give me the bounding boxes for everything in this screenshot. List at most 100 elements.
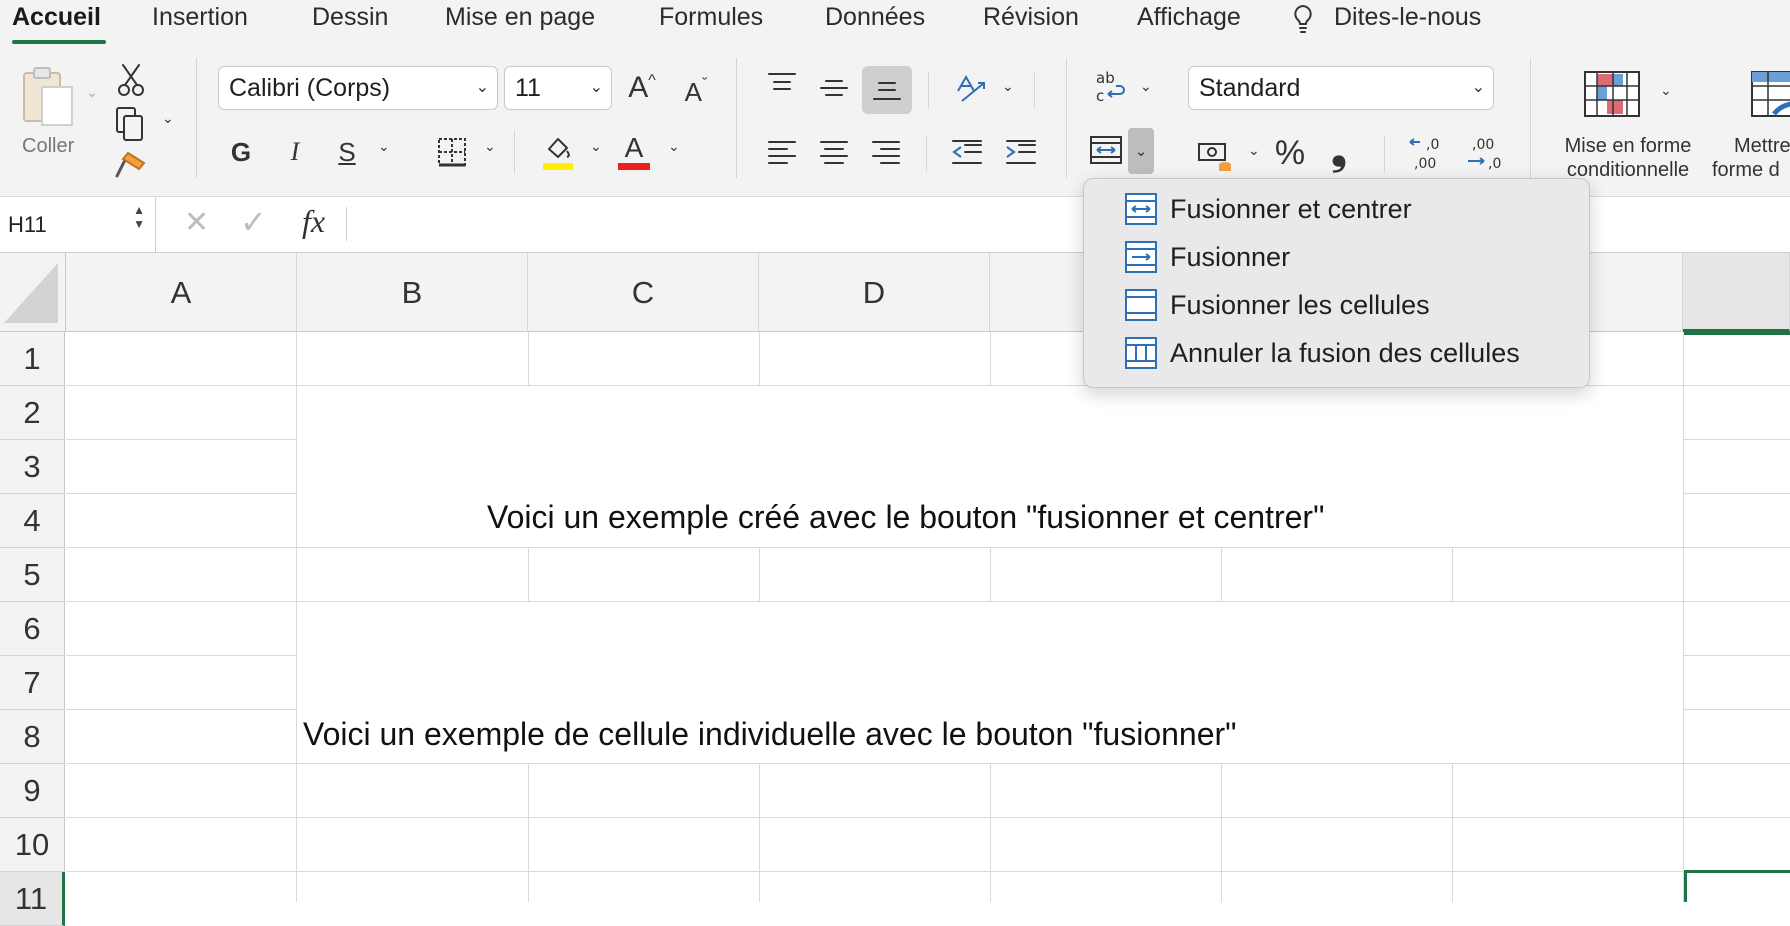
row-header-6[interactable]: 6 [0,602,65,656]
tab-donnees[interactable]: Données [825,2,925,32]
row-header-3[interactable]: 3 [0,440,65,494]
tab-mise-en-page[interactable]: Mise en page [445,2,595,32]
font-name-value: Calibri (Corps) [229,74,391,102]
font-color-swatch [618,162,650,170]
format-as-table-label-2[interactable]: forme d [1712,158,1780,182]
orientation-dropdown-icon[interactable]: ⌄ [1002,78,1014,95]
merge-center-button-icon[interactable] [1086,130,1126,170]
column-header-d[interactable]: D [759,253,990,332]
lightbulb-icon [1288,2,1318,36]
select-all-corner[interactable] [0,253,66,332]
tell-me-search[interactable]: Dites-le-nous [1334,2,1481,32]
italic-button[interactable]: I [280,132,310,172]
font-name-combo[interactable]: Calibri (Corps) ⌄ [218,66,498,110]
row-header-9[interactable]: 9 [0,764,65,818]
font-color-dropdown-icon[interactable]: ⌄ [668,138,680,155]
selected-cell-h11[interactable] [1684,870,1790,902]
tab-affichage[interactable]: Affichage [1137,2,1241,32]
merge-center-icon [1125,193,1157,225]
merged-cell-b2-g4-text: Voici un exemple créé avec le bouton "fu… [487,499,1325,535]
merge-dropdown-menu: Fusionner et centrer Fusionner Fusionner… [1083,178,1590,388]
align-right-icon[interactable] [868,134,904,170]
decrease-indent-icon[interactable] [946,134,986,170]
comma-style-button[interactable]: ❟ [1324,129,1354,173]
row-header-11[interactable]: 11 [0,872,65,926]
tab-accueil[interactable]: Accueil [12,2,101,32]
row-header-7[interactable]: 7 [0,656,65,710]
copy-icon[interactable] [110,104,150,144]
merged-cell-b2-g4[interactable]: Voici un exemple créé avec le bouton "fu… [297,386,1683,548]
fill-color-dropdown-icon[interactable]: ⌄ [590,138,602,155]
increase-decimal-icon[interactable]: ,0,00 [1404,132,1448,174]
accounting-format-icon[interactable] [1194,136,1236,176]
column-header-c[interactable]: C [528,253,759,332]
font-size-combo[interactable]: 11 ⌄ [504,66,612,110]
row-header-5[interactable]: 5 [0,548,65,602]
borders-icon[interactable] [434,134,470,170]
cancel-entry-icon[interactable]: ✕ [184,205,209,240]
accounting-dropdown-icon[interactable]: ⌄ [1248,142,1260,159]
ribbon: Accueil Insertion Dessin Mise en page Fo… [0,0,1790,197]
menu-item-merge-across[interactable]: Fusionner [1124,235,1290,279]
column-header-h[interactable] [1683,253,1790,332]
conditional-format-icon[interactable] [1582,68,1642,120]
column-header-a[interactable]: A [66,253,297,332]
fill-color-icon[interactable] [540,130,576,172]
insert-function-icon[interactable]: fx [302,203,325,240]
copy-dropdown-icon[interactable]: ⌄ [162,110,174,127]
borders-dropdown-icon[interactable]: ⌄ [484,138,496,155]
confirm-entry-icon[interactable]: ✓ [240,203,267,241]
tab-insertion[interactable]: Insertion [152,2,248,32]
percent-button[interactable]: % [1270,132,1310,174]
font-color-glyph: A [624,131,644,163]
format-as-table-label-1[interactable]: Mettre [1734,134,1790,158]
menu-item-unmerge-cells[interactable]: Annuler la fusion des cellules [1124,331,1520,375]
menu-item-merge-cells[interactable]: Fusionner les cellules [1124,283,1430,327]
number-format-combo[interactable]: Standard ⌄ [1188,66,1494,110]
svg-text:,00: ,00 [1472,137,1494,153]
menu-item-merge-center[interactable]: Fusionner et centrer [1124,187,1412,231]
align-bottom-icon[interactable] [862,66,912,114]
align-middle-icon[interactable] [816,68,852,108]
name-box[interactable]: H11 ▲ ▼ [0,197,156,252]
conditional-format-label-1[interactable]: Mise en forme [1550,134,1706,158]
merged-cell-b6-g8-text: Voici un exemple de cellule individuelle… [303,716,1237,752]
tab-dessin[interactable]: Dessin [312,2,388,32]
merged-cell-b6-g8[interactable]: Voici un exemple de cellule individuelle… [297,602,1683,764]
bold-button[interactable]: G [226,132,256,172]
wrap-text-icon[interactable]: ab c [1090,66,1130,108]
increase-indent-icon[interactable] [1000,134,1040,170]
merge-across-icon [1125,241,1157,273]
paste-dropdown-icon[interactable]: ⌄ [86,84,98,101]
format-painter-icon[interactable] [112,148,150,182]
paste-icon[interactable] [16,64,78,128]
column-header-b[interactable]: B [297,253,528,332]
font-size-chevron-icon: ⌄ [589,79,603,96]
underline-button[interactable]: S [332,132,362,172]
text-orientation-icon[interactable] [950,68,990,108]
svg-text:,00: ,00 [1414,156,1436,172]
wrap-text-dropdown-icon[interactable]: ⌄ [1140,78,1152,95]
decrease-decimal-icon[interactable]: ,00,0 [1462,132,1506,174]
cut-scissors-icon[interactable] [114,60,148,100]
name-box-stepper-icon[interactable]: ▲ ▼ [133,203,145,231]
row-header-10[interactable]: 10 [0,818,65,872]
tab-revision[interactable]: Révision [983,2,1079,32]
format-as-table-icon[interactable] [1750,68,1790,120]
conditional-format-dropdown-icon[interactable]: ⌄ [1660,82,1672,99]
font-color-button[interactable]: A [616,130,652,172]
row-header-2[interactable]: 2 [0,386,65,440]
tab-formules[interactable]: Formules [659,2,763,32]
grow-font-button[interactable]: A ^ [622,66,662,110]
row-header-4[interactable]: 4 [0,494,65,548]
align-left-icon[interactable] [764,134,800,170]
merge-dropdown-toggle[interactable]: ⌄ [1128,128,1154,174]
grow-font-glyph: A [628,71,649,104]
underline-dropdown-icon[interactable]: ⌄ [378,138,390,155]
row-header-8[interactable]: 8 [0,710,65,764]
row-header-1[interactable]: 1 [0,332,65,386]
paste-label[interactable]: Coller [22,134,74,158]
align-center-icon[interactable] [816,134,852,170]
shrink-font-button[interactable]: Aˇ [676,70,716,114]
align-top-icon[interactable] [764,68,800,100]
